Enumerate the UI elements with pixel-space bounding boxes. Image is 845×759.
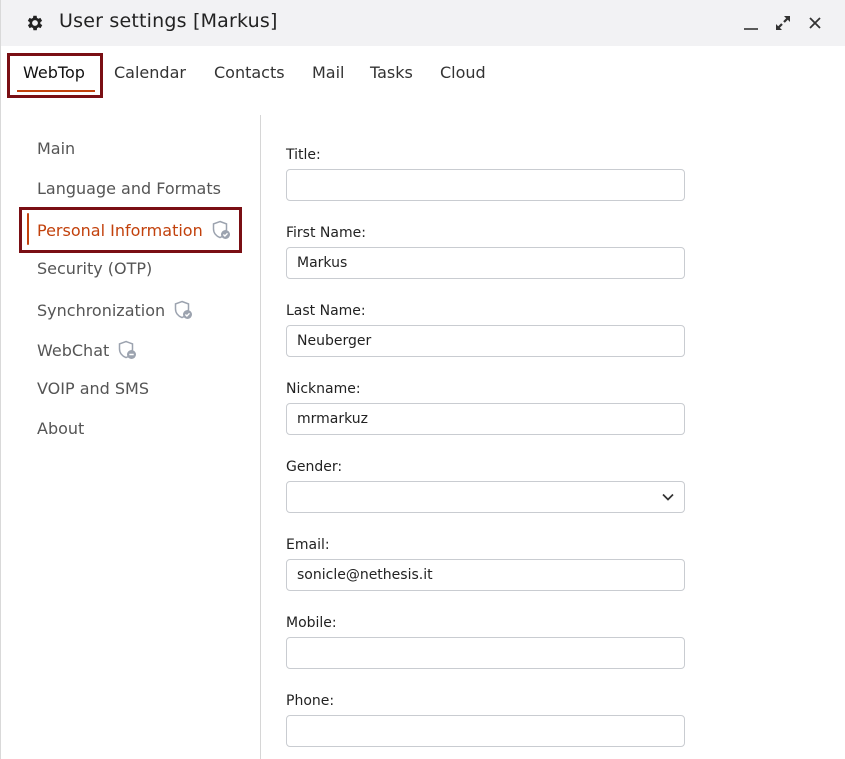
nickname-input[interactable]	[286, 403, 685, 435]
nav-item-language-and-formats[interactable]: Language and Formats	[37, 179, 221, 198]
nav-item-synchronization[interactable]: Synchronization	[37, 299, 194, 321]
gender-select[interactable]	[286, 481, 685, 513]
mobile-label: Mobile:	[286, 615, 337, 631]
nav-item-webchat[interactable]: WebChat	[37, 339, 138, 361]
email-label: Email:	[286, 537, 330, 553]
maximize-button[interactable]	[773, 12, 793, 34]
tab-contacts[interactable]: Contacts	[214, 63, 285, 82]
phone-input[interactable]	[286, 715, 685, 747]
shield-minus-icon	[119, 340, 137, 359]
tab-calendar[interactable]: Calendar	[114, 63, 186, 82]
gear-icon	[27, 15, 43, 31]
minimize-icon	[744, 28, 758, 30]
nav-item-main[interactable]: Main	[37, 139, 75, 158]
nav-divider	[260, 115, 261, 759]
first-name-input[interactable]	[286, 247, 685, 279]
gender-select-value[interactable]	[286, 481, 685, 513]
maximize-icon	[776, 16, 790, 30]
last-name-input[interactable]	[286, 325, 685, 357]
nickname-label: Nickname:	[286, 381, 361, 397]
tab-tasks[interactable]: Tasks	[370, 63, 413, 82]
email-input[interactable]	[286, 559, 685, 591]
mobile-input[interactable]	[286, 637, 685, 669]
tab-bar: WebTop Calendar Contacts Mail Tasks Clou…	[1, 52, 845, 98]
tab-webtop[interactable]: WebTop	[23, 63, 85, 82]
close-icon	[809, 17, 821, 29]
title-bar[interactable]: User settings [Markus]	[1, 0, 845, 46]
active-nav-indicator	[27, 213, 29, 245]
phone-label: Phone:	[286, 693, 335, 709]
nav-item-about[interactable]: About	[37, 419, 84, 438]
close-button[interactable]	[805, 12, 825, 34]
title-label: Title:	[286, 147, 321, 163]
window-title: User settings [Markus]	[59, 10, 278, 32]
tab-mail[interactable]: Mail	[312, 63, 345, 82]
title-input[interactable]	[286, 169, 685, 201]
nav-item-voip-and-sms[interactable]: VOIP and SMS	[37, 379, 149, 398]
gender-label: Gender:	[286, 459, 343, 475]
first-name-label: First Name:	[286, 225, 366, 241]
last-name-label: Last Name:	[286, 303, 366, 319]
shield-check-icon	[212, 220, 230, 239]
minimize-button[interactable]	[741, 12, 761, 34]
active-tab-indicator	[17, 90, 95, 92]
tab-cloud[interactable]: Cloud	[440, 63, 486, 82]
shield-check-icon	[174, 300, 193, 319]
settings-window: User settings [Markus] WebTop Calendar C…	[0, 0, 845, 759]
nav-item-security-otp[interactable]: Security (OTP)	[37, 259, 152, 278]
nav-item-personal-information[interactable]: Personal Information	[37, 219, 232, 241]
